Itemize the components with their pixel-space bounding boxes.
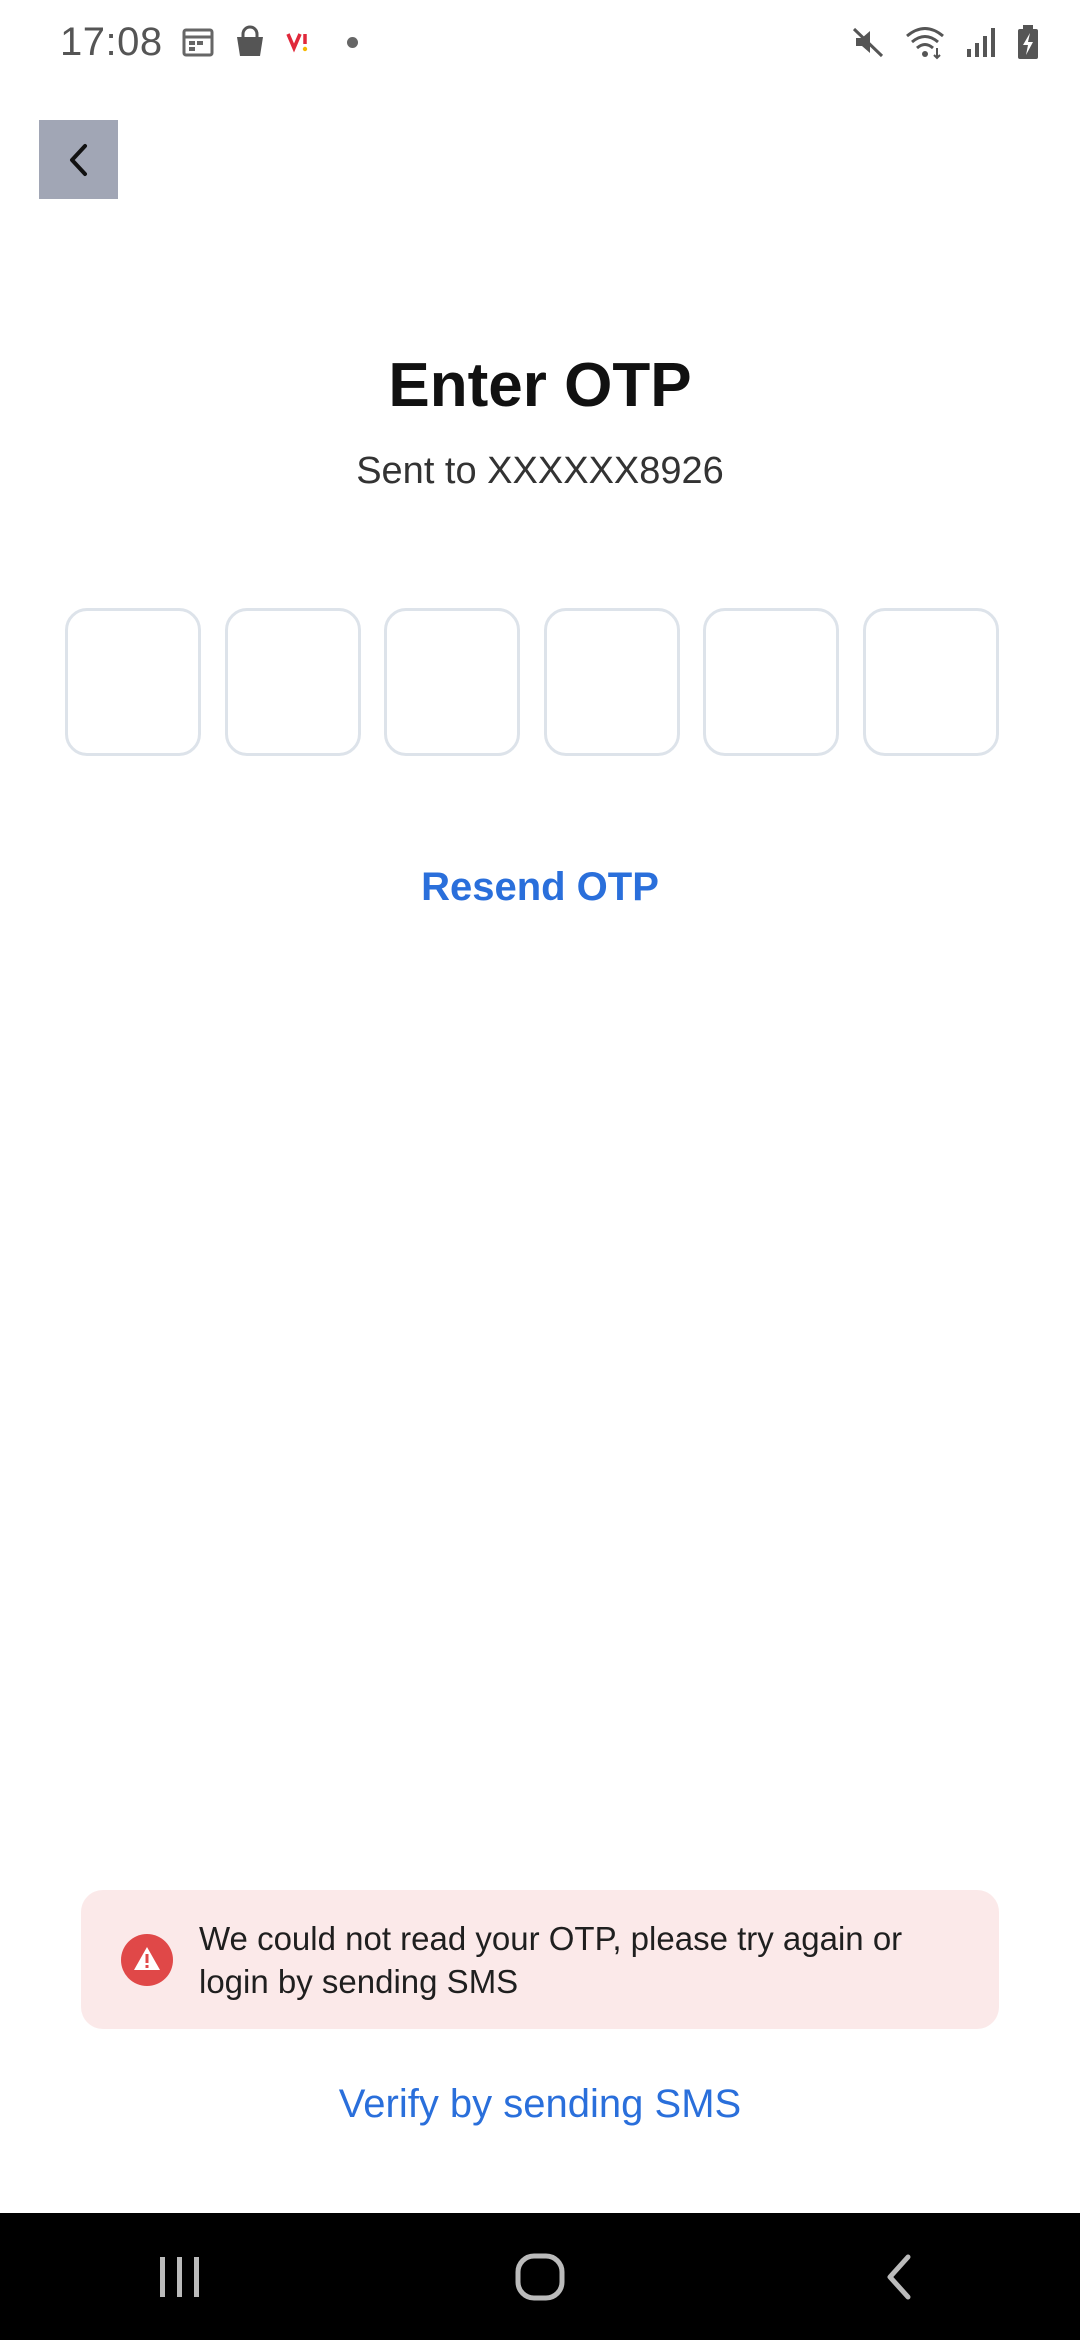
otp-digit-5[interactable]	[703, 608, 840, 756]
back-button[interactable]	[39, 120, 118, 199]
otp-digit-3[interactable]	[384, 608, 521, 756]
battery-charging-icon	[1016, 24, 1040, 60]
otp-digit-6[interactable]	[862, 608, 999, 756]
home-button[interactable]	[480, 2227, 600, 2327]
status-left: 17:08	[60, 20, 358, 65]
resend-otp-button[interactable]: Resend OTP	[0, 865, 1080, 910]
system-back-button[interactable]	[840, 2227, 960, 2327]
page-title: Enter OTP	[388, 351, 692, 420]
chevron-left-icon	[69, 143, 87, 176]
vi-carrier-icon	[285, 30, 315, 54]
shopping-bag-icon	[233, 25, 267, 59]
otp-digit-4[interactable]	[543, 608, 680, 756]
mute-icon	[850, 24, 886, 60]
recents-icon	[160, 2256, 199, 2297]
sent-to-text: Sent to XXXXXX8926	[356, 450, 724, 492]
calendar-icon	[181, 25, 215, 59]
otp-digit-2[interactable]	[224, 608, 361, 756]
dot-icon	[346, 36, 358, 48]
error-message: We could not read your OTP, please try a…	[199, 1919, 903, 2000]
status-time: 17:08	[60, 19, 163, 64]
back-icon	[887, 2254, 911, 2299]
verify-by-sms-button[interactable]: Verify by sending SMS	[0, 2082, 1080, 2127]
otp-digit-1[interactable]	[65, 608, 201, 756]
recents-button[interactable]	[120, 2227, 240, 2327]
status-right	[850, 24, 1040, 60]
navigation-bar	[0, 2213, 1080, 2340]
error-banner: We could not read your OTP, please try a…	[81, 1890, 999, 2029]
wifi-icon	[904, 24, 946, 60]
status-bar: 17:08	[0, 0, 1080, 84]
warning-icon	[121, 1933, 173, 1986]
otp-input-row	[65, 608, 999, 756]
otp-screen: 17:08 Enter OTP Sent to XXXXXX8926 Resen…	[0, 0, 1080, 2340]
home-icon	[515, 2253, 565, 2300]
signal-icon	[964, 25, 998, 59]
